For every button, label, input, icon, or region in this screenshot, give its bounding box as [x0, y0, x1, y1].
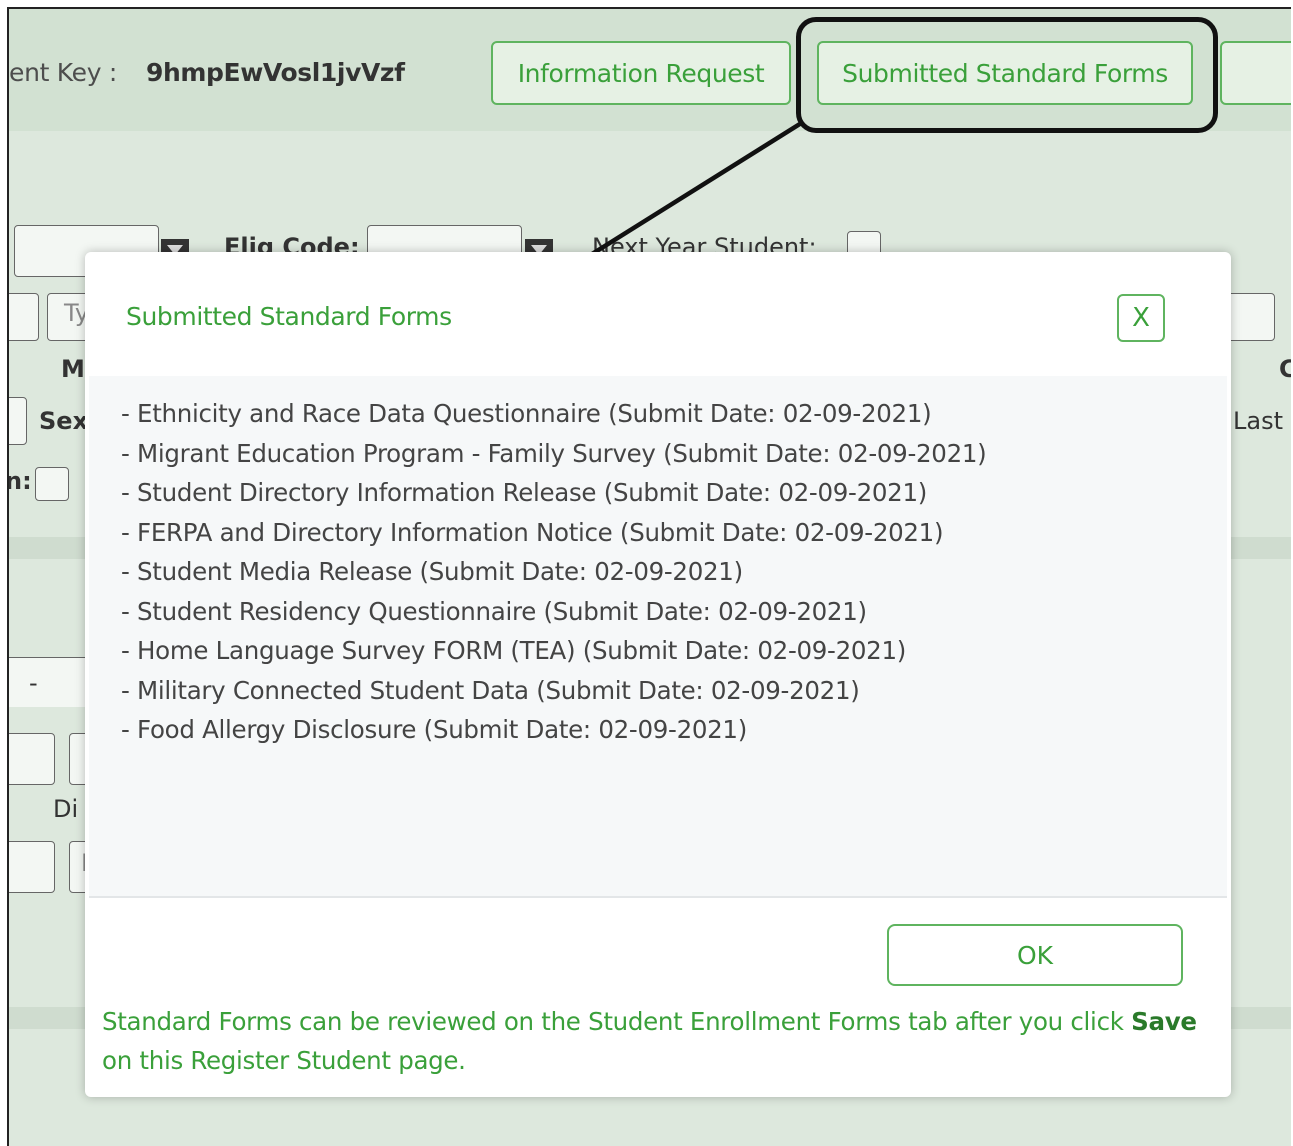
bg-checkbox[interactable] — [35, 467, 69, 501]
list-item: - Student Media Release (Submit Date: 02… — [121, 557, 743, 586]
bg-field[interactable] — [1227, 293, 1275, 341]
footnote-text: Standard Forms can be reviewed on the St… — [102, 1007, 1132, 1036]
list-item: - Migrant Education Program - Family Sur… — [121, 438, 987, 468]
student-key-label: ent Key : — [9, 58, 117, 87]
bg-field[interactable] — [9, 733, 55, 785]
close-button[interactable]: X — [1117, 294, 1165, 342]
list-item: - Student Directory Information Release … — [121, 478, 927, 507]
bg-m-label: M — [61, 355, 85, 383]
list-item: - Ethnicity and Race Data Questionnaire … — [121, 399, 932, 428]
bg-di-fragment: Di — [53, 795, 79, 823]
list-item: - Food Allergy Disclosure (Submit Date: … — [121, 715, 747, 744]
bg-sex-label: Sex — [39, 407, 89, 435]
footnote-save-emphasis: Save — [1131, 1007, 1197, 1036]
list-item: - FERPA and Directory Information Notice… — [121, 517, 944, 547]
bg-field[interactable] — [9, 397, 27, 445]
highlight-callout-box — [796, 17, 1218, 133]
student-key-value: 9hmpEwVosl1jvVzf — [146, 58, 405, 87]
dialog-header: Submitted Standard Forms X — [85, 252, 1231, 376]
dialog-footnote: Standard Forms can be reviewed on the St… — [102, 1002, 1202, 1080]
list-item: - Home Language Survey FORM (TEA) (Submi… — [121, 636, 907, 665]
bg-field[interactable] — [9, 293, 39, 341]
dialog-body: - Ethnicity and Race Data Questionnaire … — [89, 376, 1227, 898]
submitted-forms-dialog: Submitted Standard Forms X - Ethnicity a… — [85, 252, 1231, 1097]
bg-last-label: Last — [1233, 407, 1283, 435]
bg-field[interactable] — [9, 841, 55, 893]
bg-colon-label: n: — [7, 467, 32, 495]
information-request-button[interactable]: Information Request — [491, 41, 791, 105]
bg-c-label: C — [1279, 355, 1291, 383]
next-toolbar-button[interactable] — [1220, 41, 1291, 105]
forms-list: - Ethnicity and Race Data Questionnaire … — [89, 376, 1227, 750]
list-item: - Military Connected Student Data (Submi… — [121, 675, 860, 705]
list-item: - Student Residency Questionnaire (Submi… — [121, 596, 867, 626]
ok-button[interactable]: OK — [887, 924, 1183, 986]
bg-dash-fragment: - — [29, 669, 38, 697]
footnote-text-end: on this Register Student page. — [102, 1046, 466, 1075]
dialog-title: Submitted Standard Forms — [126, 302, 452, 331]
